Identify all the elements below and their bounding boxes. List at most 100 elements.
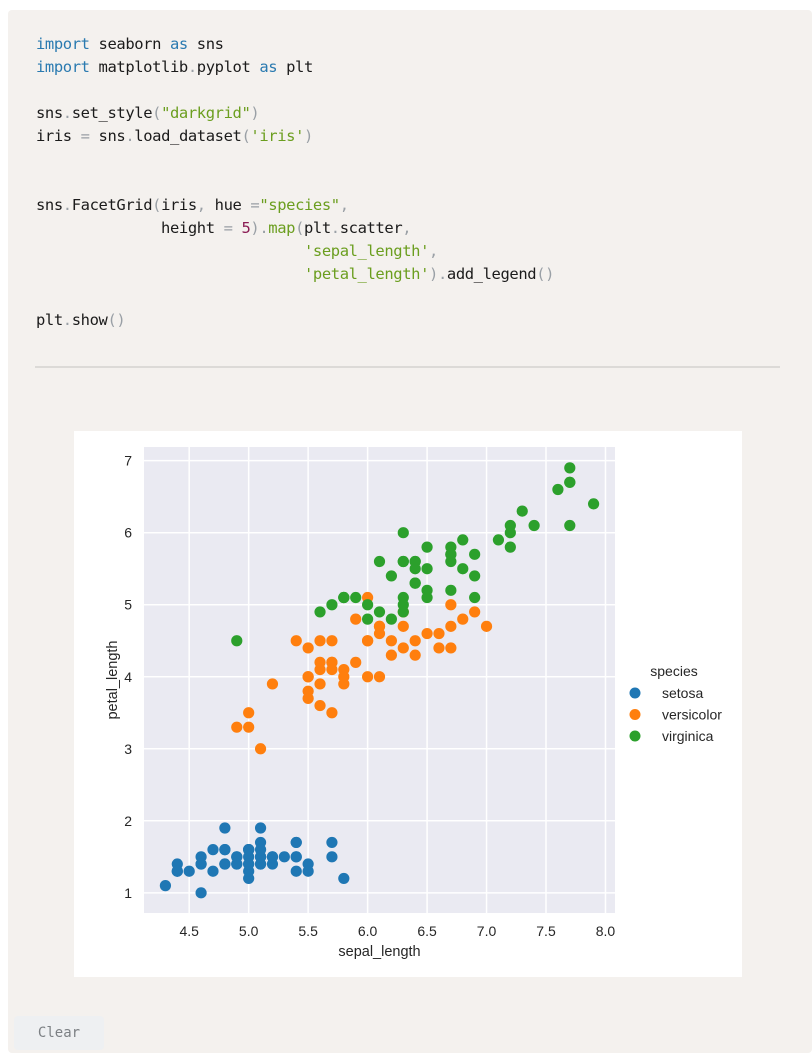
code-token: plt bbox=[304, 219, 331, 237]
data-point-versicolor bbox=[350, 613, 362, 625]
data-point-virginica bbox=[326, 599, 338, 611]
code-token: hue bbox=[205, 196, 251, 214]
code-token: 'sepal_length' bbox=[303, 242, 430, 260]
code-token: . bbox=[62, 104, 72, 122]
data-point-virginica bbox=[362, 613, 374, 625]
code-token: ( bbox=[152, 196, 162, 214]
code-token: , bbox=[402, 219, 412, 237]
data-point-versicolor bbox=[243, 707, 255, 719]
x-tick-label: 5.0 bbox=[239, 923, 259, 939]
y-tick-label: 3 bbox=[124, 741, 132, 757]
x-tick-label: 4.5 bbox=[179, 923, 199, 939]
data-point-virginica bbox=[457, 563, 469, 575]
data-point-virginica bbox=[338, 591, 350, 604]
code-token: = bbox=[223, 219, 233, 237]
data-point-setosa bbox=[231, 858, 243, 870]
data-point-setosa bbox=[290, 851, 302, 863]
code-token: "species" bbox=[259, 196, 340, 214]
data-point-setosa bbox=[243, 844, 255, 856]
data-point-virginica bbox=[314, 606, 326, 618]
data-point-versicolor bbox=[338, 671, 350, 683]
data-point-setosa bbox=[290, 836, 302, 849]
data-point-setosa bbox=[207, 844, 219, 856]
data-point-setosa bbox=[266, 851, 279, 863]
data-point-versicolor bbox=[290, 635, 302, 647]
data-point-versicolor bbox=[302, 642, 314, 654]
data-point-setosa bbox=[195, 858, 207, 870]
x-tick-label: 6.5 bbox=[417, 923, 437, 939]
data-point-versicolor bbox=[266, 678, 279, 690]
y-tick-label: 1 bbox=[124, 885, 132, 901]
code-token: = bbox=[80, 127, 90, 145]
code-token: sns bbox=[36, 196, 63, 214]
y-tick-label: 4 bbox=[124, 669, 132, 685]
code-token: plt bbox=[36, 311, 63, 329]
code-token: . bbox=[259, 219, 269, 237]
legend-label: versicolor bbox=[662, 707, 722, 723]
data-point-versicolor bbox=[421, 627, 433, 640]
data-point-virginica bbox=[421, 584, 433, 596]
code-token: , bbox=[196, 196, 206, 214]
data-point-setosa bbox=[302, 865, 314, 877]
data-point-versicolor bbox=[350, 656, 362, 668]
data-point-versicolor bbox=[314, 635, 326, 647]
code-token: "darkgrid" bbox=[161, 104, 251, 122]
code-token: iris bbox=[36, 127, 81, 145]
data-point-virginica bbox=[564, 519, 576, 532]
code-line: sns.set_style("darkgrid") bbox=[36, 102, 554, 125]
code-line: height = 5).map(plt.scatter, bbox=[36, 217, 554, 240]
data-point-versicolor bbox=[445, 642, 457, 654]
code-token: 'petal_length' bbox=[303, 265, 430, 283]
code-token: FacetGrid bbox=[71, 196, 153, 214]
data-point-setosa bbox=[207, 865, 219, 877]
data-point-versicolor bbox=[433, 642, 445, 654]
data-point-setosa bbox=[159, 880, 172, 892]
code-token: . bbox=[125, 127, 135, 145]
clear-button[interactable]: Clear bbox=[14, 1016, 104, 1050]
data-point-setosa bbox=[195, 887, 207, 899]
data-point-versicolor bbox=[469, 606, 481, 618]
code-token: scatter bbox=[339, 219, 403, 237]
data-point-virginica bbox=[421, 541, 433, 553]
data-point-virginica bbox=[469, 548, 481, 560]
output-divider bbox=[35, 366, 780, 368]
x-axis-label: sepal_length bbox=[338, 944, 420, 960]
code-token: sns bbox=[187, 35, 224, 53]
data-point-versicolor bbox=[362, 635, 374, 647]
data-point-versicolor bbox=[433, 627, 445, 640]
data-point-virginica bbox=[409, 577, 421, 589]
code-line: 'sepal_length', bbox=[36, 240, 554, 263]
code-token: ( bbox=[295, 219, 304, 237]
code-token: iris bbox=[161, 196, 197, 214]
y-axis-label: petal_length bbox=[105, 640, 121, 719]
code-token: load_dataset bbox=[134, 127, 242, 145]
code-token: () bbox=[536, 265, 555, 283]
code-token: . bbox=[187, 58, 197, 76]
code-token: height bbox=[36, 219, 224, 237]
code-token: matplotlib bbox=[89, 58, 189, 76]
data-point-versicolor bbox=[326, 663, 338, 676]
data-point-versicolor bbox=[457, 613, 469, 625]
data-point-setosa bbox=[326, 836, 338, 849]
data-point-virginica bbox=[469, 570, 481, 582]
legend-label: setosa bbox=[662, 685, 703, 701]
data-point-setosa bbox=[290, 865, 302, 877]
code-token: pyplot bbox=[196, 58, 260, 76]
code-token: ) bbox=[250, 219, 260, 237]
data-point-virginica bbox=[516, 505, 528, 517]
code-token: set_style bbox=[71, 104, 153, 122]
data-point-virginica bbox=[231, 635, 243, 647]
data-point-virginica bbox=[409, 563, 421, 575]
code-token: . bbox=[330, 219, 340, 237]
code-editor[interactable]: import seaborn as sns import matplotlib.p… bbox=[36, 33, 554, 332]
data-point-versicolor bbox=[362, 671, 374, 683]
data-point-versicolor bbox=[326, 635, 338, 647]
code-token: show bbox=[71, 311, 108, 329]
scatter-chart: 4.5 5.0 5.5 6.0 6.5 7.0 7.5 8.0 1 2 3 4 5 6 7 sepal_len… bbox=[105, 447, 722, 960]
code-token: . bbox=[62, 196, 72, 214]
data-point-virginica bbox=[445, 584, 457, 596]
